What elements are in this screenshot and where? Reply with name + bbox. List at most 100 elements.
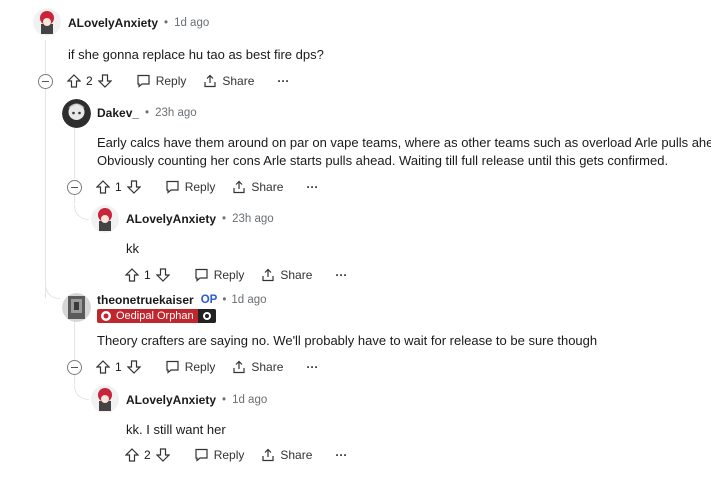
thread-curve [45, 284, 60, 299]
downvote-icon[interactable] [97, 74, 112, 88]
user-flair: Oedipal Orphan [97, 309, 216, 323]
comment-icon [166, 180, 179, 194]
thread-line [74, 375, 75, 384]
share-button[interactable]: Share [232, 360, 283, 374]
collapse-thread-button[interactable] [67, 180, 82, 195]
vote-group: 2 [67, 74, 112, 88]
flair-label: Oedipal Orphan [116, 310, 194, 322]
separator: • [222, 294, 227, 306]
more-options-button[interactable]: ··· [335, 268, 347, 282]
share-button[interactable]: Share [261, 268, 312, 282]
separator: • [222, 394, 227, 406]
share-icon [233, 180, 245, 194]
upvote-icon[interactable] [96, 180, 110, 194]
thread-line [74, 128, 75, 178]
share-icon [262, 448, 274, 462]
upvote-icon[interactable] [67, 74, 81, 88]
avatar-image [62, 293, 91, 322]
comment-body: kk. I still want her [126, 422, 226, 437]
reply-label: Reply [213, 268, 245, 282]
flair-emblem-icon [101, 311, 111, 321]
comment-body-line: Obviously counting her cons Arle starts … [97, 153, 669, 168]
comment-timestamp[interactable]: 1d ago [231, 294, 266, 306]
comment-timestamp[interactable]: 1d ago [174, 17, 209, 29]
reply-label: Reply [213, 448, 245, 462]
reply-button[interactable]: Reply [194, 268, 245, 282]
vote-count: 2 [144, 448, 151, 462]
downvote-icon[interactable] [126, 360, 141, 374]
comment-timestamp[interactable]: 23h ago [155, 107, 197, 119]
share-label: Share [280, 448, 313, 462]
reply-button[interactable]: Reply [165, 180, 215, 194]
comment-body: kk [126, 241, 139, 256]
share-label: Share [280, 268, 313, 282]
avatar[interactable] [62, 99, 91, 128]
share-button[interactable]: Share [203, 74, 254, 88]
separator: • [145, 107, 150, 119]
comment-author[interactable]: ALovelyAnxiety [126, 212, 216, 226]
more-options-button[interactable]: ··· [277, 74, 289, 88]
reply-button[interactable]: Reply [136, 74, 187, 88]
thread-curve [74, 385, 89, 400]
more-icon: ··· [306, 360, 319, 374]
collapse-thread-button[interactable] [38, 74, 53, 89]
more-options-button[interactable]: ··· [306, 180, 318, 194]
comment-author[interactable]: Dakev_ [97, 106, 139, 120]
separator: • [164, 17, 169, 29]
more-options-button[interactable]: ··· [306, 360, 318, 374]
comment-author[interactable]: ALovelyAnxiety [126, 393, 216, 407]
comment-icon [195, 448, 208, 462]
downvote-icon[interactable] [126, 180, 141, 194]
avatar[interactable] [33, 8, 61, 36]
downvote-icon[interactable] [155, 268, 170, 282]
avatar-image [62, 99, 91, 128]
vote-count: 1 [115, 180, 122, 194]
reply-label: Reply [184, 360, 216, 374]
share-icon [233, 360, 245, 374]
upvote-icon[interactable] [96, 360, 110, 374]
more-icon: ··· [335, 448, 348, 462]
vote-count: 2 [86, 74, 93, 88]
vote-group: 1 [96, 360, 141, 374]
vote-group: 2 [125, 448, 170, 462]
share-button[interactable]: Share [232, 180, 283, 194]
share-label: Share [251, 360, 284, 374]
avatar[interactable] [62, 293, 91, 322]
minus-icon [71, 186, 78, 189]
comment-timestamp[interactable]: 23h ago [232, 213, 274, 225]
collapse-thread-button[interactable] [67, 360, 82, 375]
upvote-icon[interactable] [125, 448, 139, 462]
comment-body: if she gonna replace hu tao as best fire… [68, 47, 324, 62]
vote-count: 1 [115, 360, 122, 374]
share-label: Share [222, 74, 255, 88]
reply-label: Reply [155, 74, 187, 88]
vote-count: 1 [144, 268, 151, 282]
minus-icon [42, 80, 49, 83]
upvote-icon[interactable] [125, 268, 139, 282]
comment-author[interactable]: theonetruekaiser [97, 293, 194, 307]
avatar[interactable] [91, 385, 119, 413]
share-icon [262, 268, 274, 282]
share-label: Share [251, 180, 284, 194]
flair-end-icon [202, 312, 211, 320]
reply-button[interactable]: Reply [165, 360, 216, 374]
more-options-button[interactable]: ··· [335, 448, 347, 462]
comment-icon [166, 360, 179, 374]
minus-icon [71, 366, 78, 369]
vote-group: 1 [96, 180, 141, 194]
flair-end [197, 309, 216, 323]
share-button[interactable]: Share [261, 448, 312, 462]
share-icon [204, 74, 216, 88]
downvote-icon[interactable] [155, 448, 170, 462]
comment-icon [137, 74, 150, 88]
comment-timestamp[interactable]: 1d ago [232, 394, 267, 406]
avatar[interactable] [91, 205, 119, 233]
comment-author[interactable]: ALovelyAnxiety [68, 16, 158, 30]
avatar-image [91, 385, 119, 413]
op-badge: OP [200, 294, 218, 306]
comment-icon [195, 268, 208, 282]
reply-button[interactable]: Reply [194, 448, 245, 462]
thread-curve [74, 205, 89, 220]
thread-line [74, 195, 75, 204]
thread-line [74, 318, 75, 360]
